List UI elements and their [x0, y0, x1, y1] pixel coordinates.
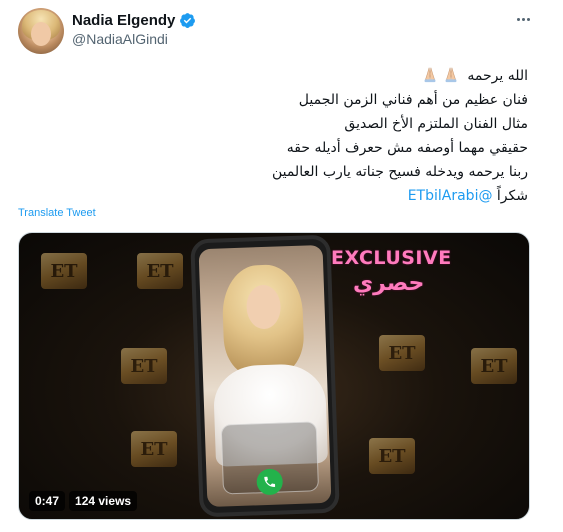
et-logo: ET	[379, 335, 425, 371]
video-meta: 0:47 124 views	[29, 491, 138, 511]
avatar-face	[31, 22, 51, 46]
dot	[516, 17, 520, 21]
tweet-line-6: شكراً @ETbilArabi	[310, 184, 528, 208]
praying-hands-icon	[445, 67, 457, 83]
translate-tweet-link[interactable]: Translate Tweet	[18, 207, 96, 219]
video-duration: 0:47	[29, 491, 66, 511]
tweet-line-1: الله يرحمه	[310, 64, 528, 88]
more-dots-icon[interactable]	[513, 10, 533, 28]
author-name-row: Nadia Elgendy	[72, 10, 196, 30]
avatar[interactable]	[18, 8, 64, 54]
author-handle[interactable]: @NadiaAlGindi	[72, 31, 168, 47]
phone-icon	[264, 476, 276, 487]
et-logo: ET	[121, 348, 167, 384]
author-display-name[interactable]: Nadia Elgendy	[72, 12, 175, 29]
dot	[521, 17, 525, 21]
dot	[526, 17, 530, 21]
phone-screen	[198, 244, 332, 508]
video-views: 124 views	[69, 491, 138, 511]
tweet-line-4: حقيقي مهما أوصفه مش حعرف أديله حقه	[286, 140, 528, 156]
tweet-line-2: فنان عظيم من أهم فناني الزمن الجميل	[298, 92, 528, 108]
tweet-line-text: الله يرحمه	[467, 68, 528, 84]
phone-frame	[190, 234, 340, 518]
video-player[interactable]: ET ET ET ET ET ET ET EXCLUSIVE حصري 0:47	[18, 232, 530, 520]
et-logo: ET	[131, 431, 177, 467]
et-logo: ET	[137, 253, 183, 289]
exclusive-overlay-ar: حصري	[353, 271, 425, 296]
et-logo: ET	[369, 438, 415, 474]
praying-hands-icon	[424, 67, 436, 83]
tweet-card: Nadia Elgendy @NadiaAlGindi الله يرحمه ف…	[0, 0, 563, 532]
tweet-line-5: ربنا يرحمه ويدخله فسيح جناته يارب العالم…	[271, 164, 528, 180]
et-logo: ET	[41, 253, 87, 289]
tweet-line-3: مثال الفنان الملتزم الأخ الصديق	[344, 116, 528, 132]
thanks-text: شكراً	[492, 188, 528, 204]
mention-link[interactable]: @ETbilArabi	[408, 188, 493, 204]
et-logo: ET	[471, 348, 517, 384]
exclusive-overlay-en: EXCLUSIVE	[331, 247, 452, 269]
verified-badge-icon	[180, 12, 196, 28]
tweet-text: الله يرحمه فنان عظيم من أهم فناني الزمن …	[271, 64, 528, 208]
